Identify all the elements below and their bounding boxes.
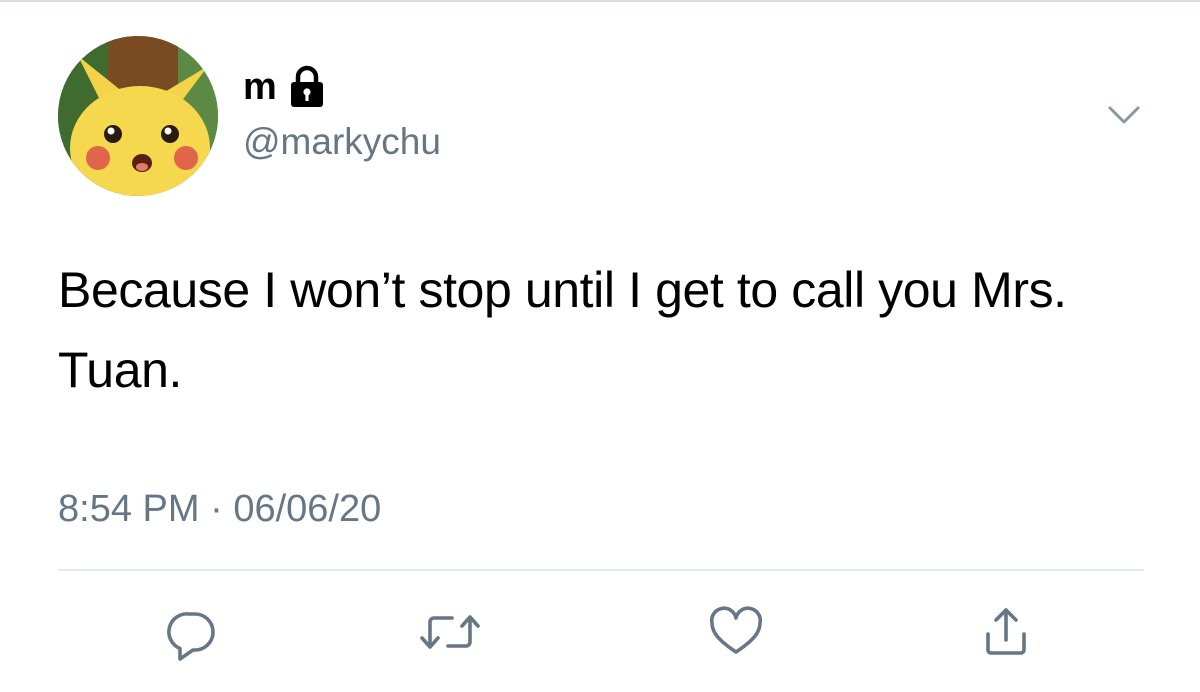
display-name[interactable]: m [243,65,277,109]
retweet-icon [420,615,480,649]
chevron-down-icon[interactable] [1104,100,1144,130]
heart-icon [709,606,763,654]
like-button[interactable] [704,600,768,664]
tweet-timestamp[interactable]: 8:54 PM · 06/06/20 [58,484,381,534]
tweet-text: Because I won’t stop until I get to call… [58,262,1067,398]
lock-icon [287,65,327,109]
actions-divider [58,569,1144,571]
avatar-image [58,36,218,196]
top-divider [0,0,1200,2]
reply-icon [167,612,215,661]
reply-button[interactable] [160,600,224,664]
tweet-time: 8:54 PM [58,488,200,530]
author-name-row[interactable]: m [243,62,327,112]
share-button[interactable] [974,600,1038,664]
avatar[interactable] [58,36,218,196]
tweet-date: 06/06/20 [233,488,382,530]
retweet-button[interactable] [418,600,482,664]
meta-separator: · [199,488,234,530]
author-handle[interactable]: @markychu [243,120,441,164]
share-icon [986,608,1026,655]
